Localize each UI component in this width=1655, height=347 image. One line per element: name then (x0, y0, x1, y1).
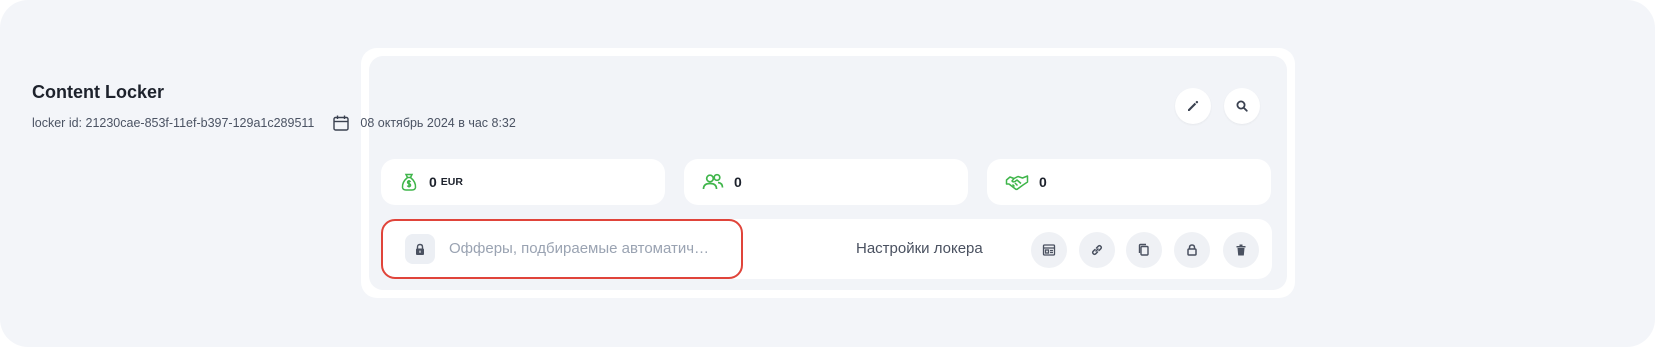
stat-users: 0 (684, 159, 968, 205)
preview-button[interactable] (1031, 232, 1067, 268)
locker-settings-label: Настройки локера (856, 240, 983, 257)
lock-button[interactable] (1174, 232, 1210, 268)
money-bag-icon (399, 172, 419, 192)
locker-date: 08 октябрь 2024 в час 8:32 (360, 116, 516, 130)
stat-conversions: 0 (987, 159, 1271, 205)
pencil-icon (1186, 99, 1200, 113)
search-icon (1235, 99, 1249, 113)
locker-id: locker id: 21230cae-853f-11ef-b397-129a1… (32, 116, 315, 130)
locker-meta: locker id: 21230cae-853f-11ef-b397-129a1… (32, 115, 516, 131)
lock-icon (1185, 243, 1199, 257)
copy-icon (1137, 243, 1151, 257)
link-icon (1090, 243, 1104, 257)
lock-icon (414, 243, 426, 256)
handshake-icon (1005, 172, 1029, 192)
trash-icon (1234, 243, 1248, 257)
offers-lock-chip (405, 234, 435, 264)
users-icon (702, 172, 724, 192)
locker-title: Content Locker (32, 82, 165, 102)
revenue-value: 0 (429, 174, 437, 190)
preview-icon (1042, 243, 1056, 257)
edit-button[interactable] (1175, 88, 1211, 124)
conversions-value: 0 (1039, 174, 1047, 190)
search-button[interactable] (1224, 88, 1260, 124)
stat-revenue: 0 EUR (381, 159, 665, 205)
offers-text: Офферы, подбираемые автоматич… (449, 240, 710, 257)
calendar-icon (332, 114, 350, 132)
copy-button[interactable] (1126, 232, 1162, 268)
delete-button[interactable] (1223, 232, 1259, 268)
users-value: 0 (734, 174, 742, 190)
revenue-unit: EUR (440, 176, 463, 188)
link-button[interactable] (1079, 232, 1115, 268)
